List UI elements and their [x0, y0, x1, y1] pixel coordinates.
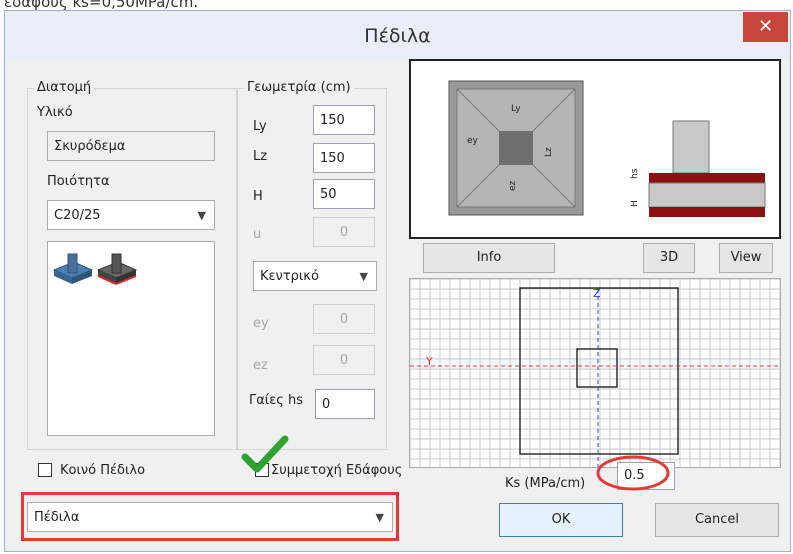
title-bar: Πέδιλα ✕ — [5, 11, 790, 59]
column-outline — [576, 348, 618, 388]
footing-dialog: Πέδιλα ✕ Διατομή Υλικό Σκυρόδεμα Ποιότητ… — [4, 10, 791, 552]
3d-button[interactable]: 3D — [643, 243, 695, 273]
lz-input[interactable]: 150 — [313, 143, 375, 173]
section-hs-text: hs — [630, 168, 640, 179]
geometry-group-title: Γεωμετρία (cm) — [244, 80, 354, 95]
chevron-down-icon: ▼ — [375, 511, 384, 524]
top-strip-text: εδάφους ks=0,50MPa/cm. — [4, 0, 199, 10]
column-section — [672, 120, 710, 174]
h-label: H — [253, 189, 263, 204]
window-title: Πέδιλα — [364, 25, 431, 47]
lz-label: Lz — [253, 149, 268, 164]
grid-svg: Y Z — [409, 278, 781, 467]
plan-ey-text: ey — [467, 136, 479, 146]
beam-section-top — [649, 173, 765, 183]
ey-label: ey — [253, 316, 269, 331]
footing-type-icons — [52, 253, 138, 285]
h-input[interactable]: 50 — [313, 179, 375, 209]
footing-preview-panel: Ly ey Lz ez H hs — [409, 59, 781, 239]
quality-select-value: C20/25 — [54, 208, 101, 223]
footing-list-select[interactable]: Πέδιλα ▼ — [27, 502, 393, 532]
common-footing-checkbox[interactable] — [38, 463, 52, 477]
material-label: Υλικό — [37, 105, 73, 120]
grid-lines — [409, 278, 781, 467]
section-h-text: H — [630, 200, 640, 207]
ok-button[interactable]: OK — [499, 503, 623, 537]
position-select[interactable]: Κεντρικό ▼ — [253, 261, 377, 291]
footing-section — [648, 182, 766, 208]
chevron-down-icon: ▼ — [197, 209, 206, 222]
close-button[interactable]: ✕ — [743, 12, 788, 42]
chevron-down-icon: ▼ — [359, 270, 368, 283]
footing-preview-drawing: Ly ey Lz ez H hs — [448, 80, 766, 217]
ks-highlight-ellipse — [596, 455, 670, 491]
ly-label: Ly — [253, 119, 267, 134]
footing-type-panel — [47, 241, 215, 436]
soil-participation-label: Συμμετοχή Εδάφους — [271, 463, 403, 478]
ks-label: Ks (MPa/cm) — [505, 476, 586, 491]
u-label: u — [253, 227, 262, 242]
footing-grid-preview: Y Z — [409, 278, 781, 468]
info-button[interactable]: Info — [423, 243, 555, 273]
column-plan — [499, 131, 533, 165]
plan-ly-text: Ly — [511, 104, 521, 114]
u-input: 0 — [313, 217, 375, 247]
z-axis-label: Z — [593, 287, 601, 300]
view-button[interactable]: View — [719, 243, 773, 273]
beams-hs-input[interactable]: 0 — [315, 389, 375, 419]
plan-lz-text: Lz — [544, 147, 554, 157]
position-select-value: Κεντρικό — [260, 269, 319, 284]
footing-type-pad-icon[interactable] — [52, 253, 94, 284]
ly-input[interactable]: 150 — [313, 105, 375, 135]
beams-hs-label: Γαίες hs — [249, 393, 304, 408]
material-field: Σκυρόδεμα — [47, 131, 215, 161]
common-footing-label: Κοινό Πέδιλο — [60, 463, 146, 478]
footing-list-value: Πέδιλα — [34, 510, 80, 525]
ez-label: ez — [253, 358, 268, 373]
quality-label: Ποιότητα — [47, 174, 110, 189]
y-axis-label: Y — [425, 355, 433, 368]
footing-type-stepped-icon[interactable] — [96, 253, 138, 285]
beam-section-bottom — [649, 207, 765, 217]
ey-input: 0 — [313, 304, 375, 334]
plan-ez-text: ez — [508, 180, 518, 191]
section-group-title: Διατομή — [34, 80, 95, 95]
ez-input: 0 — [313, 345, 375, 375]
cancel-button[interactable]: Cancel — [655, 503, 779, 537]
quality-select[interactable]: C20/25 ▼ — [47, 200, 215, 230]
